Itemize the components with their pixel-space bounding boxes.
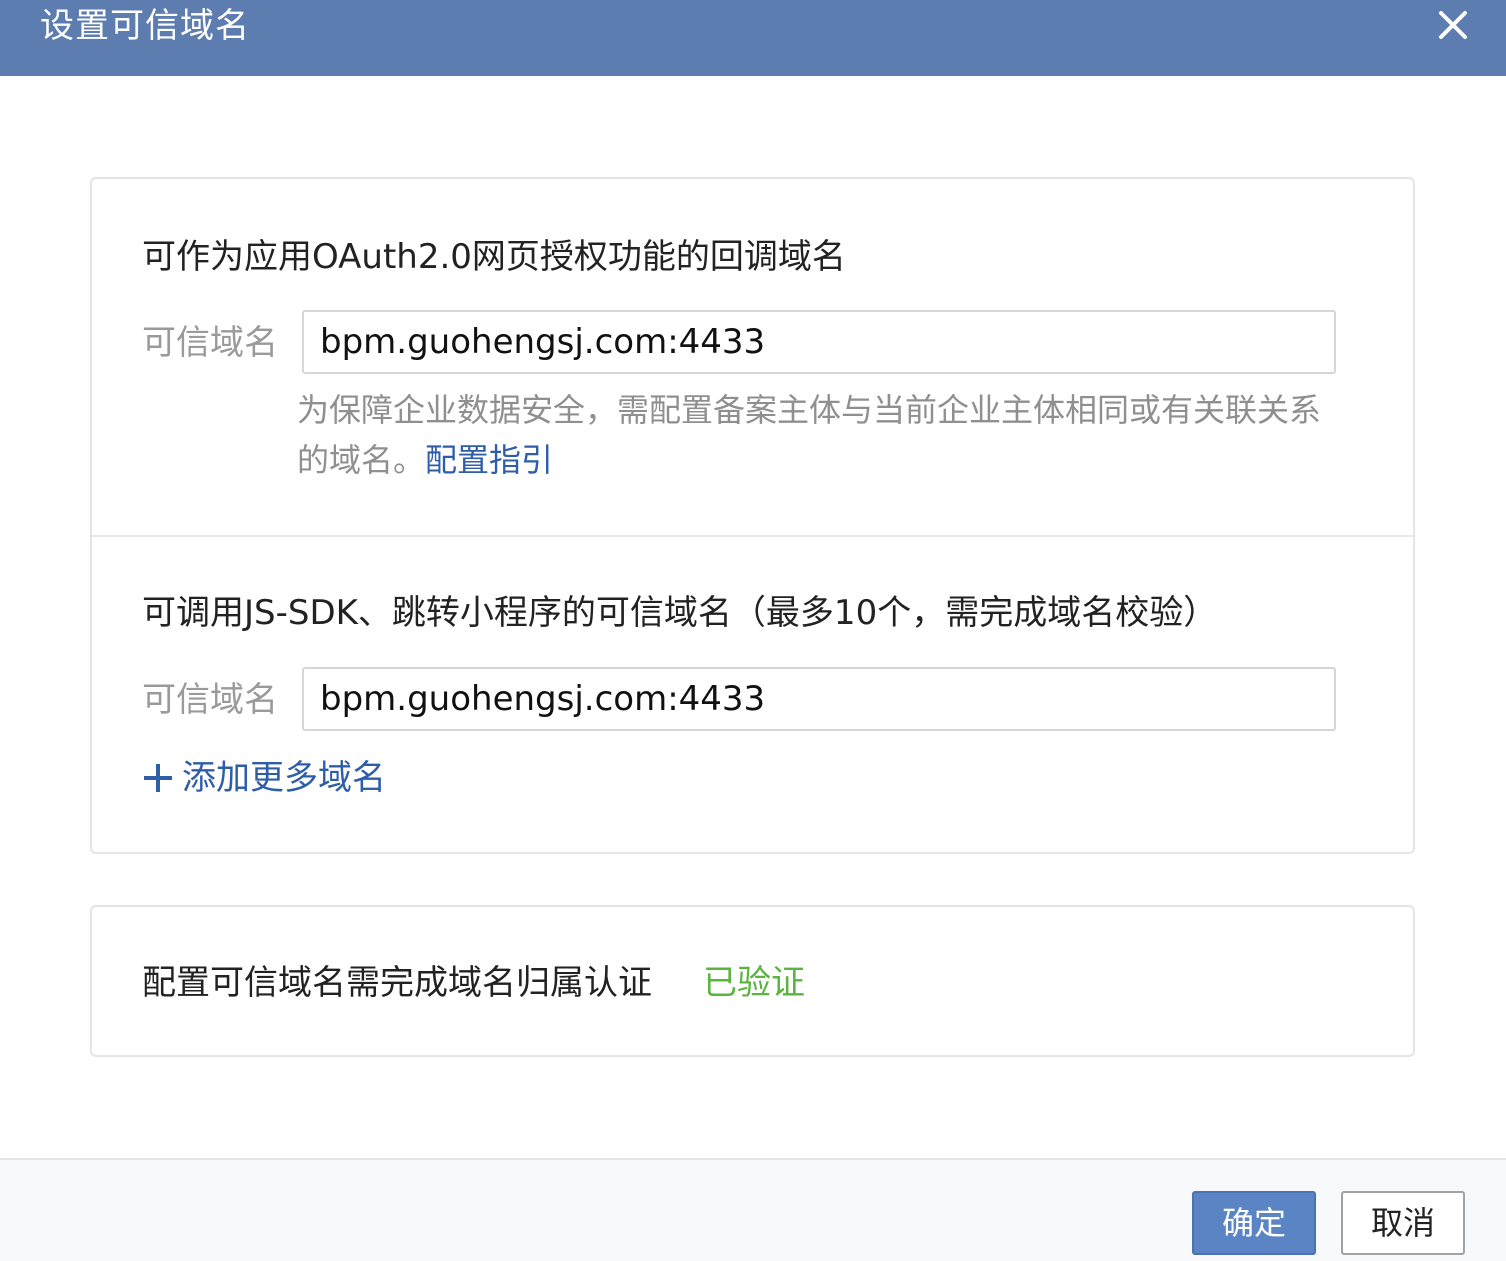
add-more-domains-button[interactable]: 添加更多域名 (142, 756, 386, 800)
trusted-domain-dialog: 设置可信域名 可作为应用OAuth2.0网页授权功能的回调域名 可信域名 为保障… (0, 0, 1506, 1261)
dialog-header: 设置可信域名 (0, 0, 1506, 76)
dialog-footer: 确定 取消 (0, 1158, 1506, 1261)
plus-icon (144, 764, 172, 792)
close-icon (1439, 11, 1467, 39)
add-more-label: 添加更多域名 (182, 758, 386, 798)
cancel-button[interactable]: 取消 (1341, 1191, 1465, 1255)
verification-status-badge: 已验证 (703, 963, 805, 1003)
config-guide-link[interactable]: 配置指引 (425, 441, 553, 479)
section-divider (92, 535, 1413, 537)
jssdk-section-title: 可调用JS-SDK、跳转小程序的可信域名（最多10个，需完成域名校验） (142, 593, 1218, 633)
verification-card: 配置可信域名需完成域名归属认证 已验证 (90, 905, 1415, 1057)
jssdk-field-label: 可信域名 (142, 680, 278, 720)
domain-settings-card: 可作为应用OAuth2.0网页授权功能的回调域名 可信域名 为保障企业数据安全，… (90, 177, 1415, 854)
jssdk-domain-input[interactable] (302, 667, 1336, 731)
oauth-section-title: 可作为应用OAuth2.0网页授权功能的回调域名 (142, 237, 846, 277)
close-button[interactable] (1436, 8, 1470, 42)
confirm-button[interactable]: 确定 (1192, 1191, 1316, 1255)
oauth-hint: 为保障企业数据安全，需配置备案主体与当前企业主体相同或有关联关系的域名。配置指引 (297, 385, 1347, 485)
oauth-domain-input[interactable] (302, 310, 1336, 374)
oauth-field-label: 可信域名 (142, 323, 278, 363)
dialog-title: 设置可信域名 (40, 6, 250, 46)
verification-text: 配置可信域名需完成域名归属认证 (142, 963, 652, 1003)
